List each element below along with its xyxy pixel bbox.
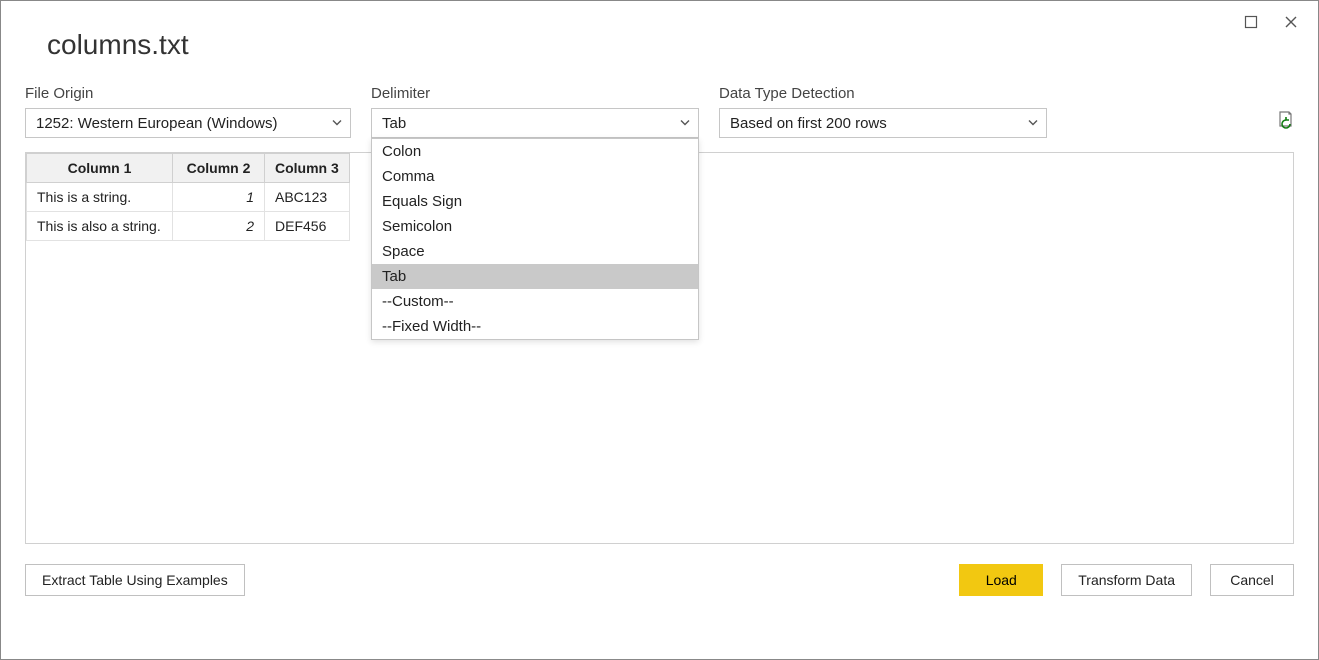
table-row: This is also a string.2DEF456 [27,212,350,241]
table-cell: ABC123 [265,183,350,212]
preview-table: Column 1 Column 2 Column 3 This is a str… [26,153,350,241]
extract-table-button[interactable]: Extract Table Using Examples [25,564,245,596]
column-header[interactable]: Column 3 [265,154,350,183]
data-type-detection-label: Data Type Detection [719,85,1047,102]
data-type-detection-value: Based on first 200 rows [730,115,887,132]
maximize-icon[interactable] [1242,13,1260,31]
column-header[interactable]: Column 2 [173,154,265,183]
data-type-detection-dropdown[interactable]: Based on first 200 rows [719,108,1047,138]
refresh-icon[interactable] [1276,111,1294,134]
dialog-window: columns.txt File Origin 1252: Western Eu… [0,0,1319,660]
extract-table-label: Extract Table Using Examples [42,572,228,588]
delimiter-label: Delimiter [371,85,699,102]
delimiter-option[interactable]: Equals Sign [372,189,698,214]
controls-row: File Origin 1252: Western European (Wind… [25,85,1294,138]
table-cell: DEF456 [265,212,350,241]
chevron-down-icon [680,115,690,132]
chevron-down-icon [332,115,342,132]
footer: Extract Table Using Examples Load Transf… [25,564,1294,596]
delimiter-option[interactable]: --Custom-- [372,289,698,314]
delimiter-option[interactable]: Semicolon [372,214,698,239]
file-origin-label: File Origin [25,85,351,102]
table-cell: 2 [173,212,265,241]
delimiter-option[interactable]: Space [372,239,698,264]
chevron-down-icon [1028,115,1038,132]
transform-data-label: Transform Data [1078,572,1175,588]
table-header-row: Column 1 Column 2 Column 3 [27,154,350,183]
transform-data-button[interactable]: Transform Data [1061,564,1192,596]
delimiter-dropdown[interactable]: Tab ColonCommaEquals SignSemicolonSpaceT… [371,108,699,138]
load-button[interactable]: Load [959,564,1043,596]
column-header[interactable]: Column 1 [27,154,173,183]
table-cell: This is also a string. [27,212,173,241]
table-cell: 1 [173,183,265,212]
file-origin-group: File Origin 1252: Western European (Wind… [25,85,351,138]
close-icon[interactable] [1282,13,1300,31]
delimiter-option[interactable]: --Fixed Width-- [372,314,698,339]
table-cell: This is a string. [27,183,173,212]
page-title: columns.txt [47,29,1294,61]
delimiter-options-list: ColonCommaEquals SignSemicolonSpaceTab--… [371,138,699,340]
footer-right: Load Transform Data Cancel [959,564,1294,596]
delimiter-group: Delimiter Tab ColonCommaEquals SignSemic… [371,85,699,138]
delimiter-option[interactable]: Tab [372,264,698,289]
table-row: This is a string.1ABC123 [27,183,350,212]
cancel-button[interactable]: Cancel [1210,564,1294,596]
load-label: Load [986,572,1017,588]
delimiter-option[interactable]: Comma [372,164,698,189]
window-controls [1242,13,1300,31]
cancel-label: Cancel [1230,572,1274,588]
data-type-detection-group: Data Type Detection Based on first 200 r… [719,85,1047,138]
file-origin-dropdown[interactable]: 1252: Western European (Windows) [25,108,351,138]
file-origin-value: 1252: Western European (Windows) [36,115,278,132]
delimiter-value: Tab [382,115,406,132]
delimiter-option[interactable]: Colon [372,139,698,164]
